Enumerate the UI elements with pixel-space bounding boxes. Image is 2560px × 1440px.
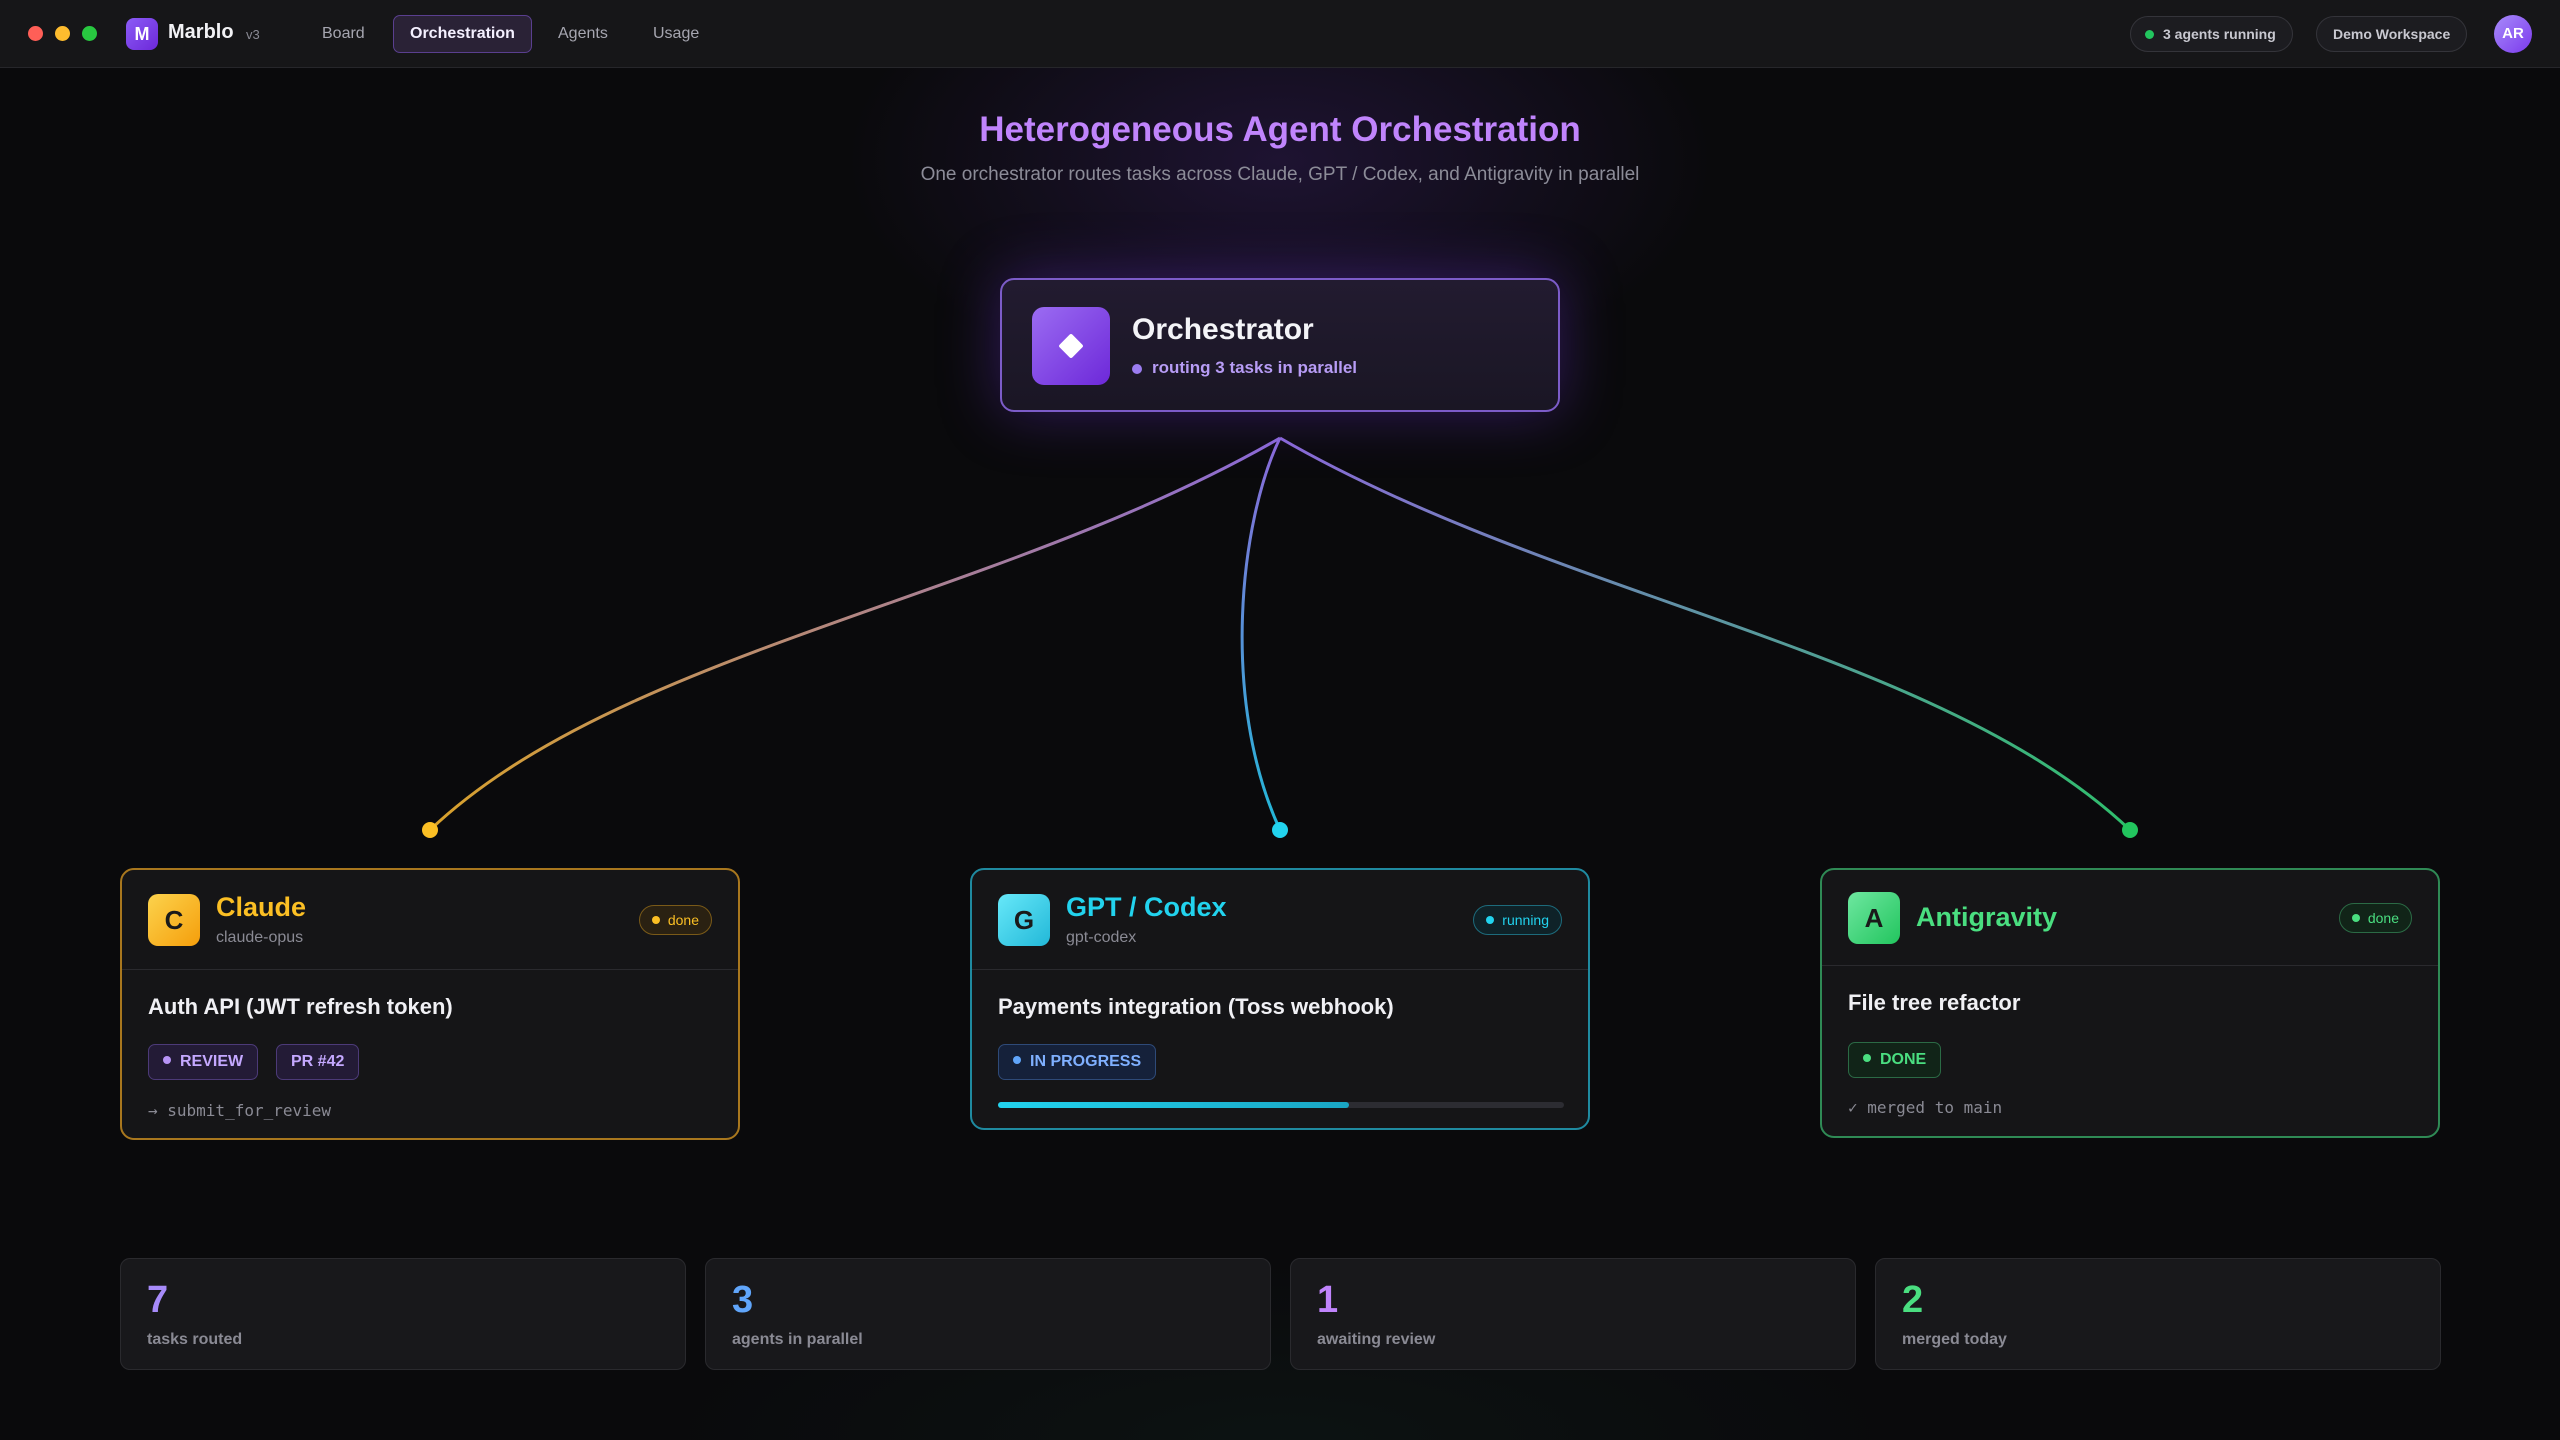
tag-dot-icon xyxy=(1013,1056,1021,1064)
stat-label: agents in parallel xyxy=(732,1331,863,1348)
agent-last-action: ✓ merged to main xyxy=(1848,1098,2003,1117)
connector-node-gpt xyxy=(1272,822,1288,838)
task-tag-pr-link[interactable]: PR #42 xyxy=(276,1044,360,1080)
agent-card-gpt-codex[interactable]: G GPT / Codex gpt-codex running Payments… xyxy=(970,868,1590,1130)
stat-value: 2 xyxy=(1902,1279,1924,1321)
stat-card-agents-parallel: 3 agents in parallel xyxy=(705,1258,1271,1370)
agent-card-antigravity[interactable]: A Antigravity done File tree refactor DO… xyxy=(1820,868,2440,1138)
agent-name: GPT / Codex xyxy=(1066,892,1227,922)
diamond-icon xyxy=(1058,333,1084,359)
connector-antigravity xyxy=(1279,436,2132,832)
stat-value: 1 xyxy=(1317,1279,1339,1321)
agent-status-label: done xyxy=(2367,910,2399,926)
task-progress-fill xyxy=(998,1102,1349,1108)
agent-status-label: done xyxy=(667,912,699,928)
status-dot-icon xyxy=(2351,914,2360,922)
agent-name: Claude xyxy=(216,892,307,922)
agent-status-badge: done xyxy=(638,905,712,935)
agent-name: Antigravity xyxy=(1916,902,2058,932)
tag-dot-icon xyxy=(1863,1054,1871,1062)
tag-label: REVIEW xyxy=(180,1053,244,1070)
task-progress-bar xyxy=(998,1102,1564,1108)
stat-value: 3 xyxy=(732,1279,754,1321)
stat-label: awaiting review xyxy=(1317,1331,1436,1348)
orchestrator-card[interactable]: Orchestrator routing 3 tasks in parallel xyxy=(1000,278,1560,412)
tag-label: DONE xyxy=(1880,1051,1927,1068)
agent-status-badge: running xyxy=(1473,905,1562,935)
stat-value: 7 xyxy=(147,1279,169,1321)
task-tag-done[interactable]: DONE xyxy=(1848,1042,1942,1078)
agent-task-title: Auth API (JWT refresh token) xyxy=(148,994,453,1019)
stat-card-tasks-routed: 7 tasks routed xyxy=(120,1258,686,1370)
agent-task-title: Payments integration (Toss webhook) xyxy=(998,994,1394,1019)
orchestrator-name: Orchestrator xyxy=(1132,313,1314,346)
agent-card-header: A Antigravity done xyxy=(1822,870,2438,966)
gpt-agent-icon: G xyxy=(998,894,1050,946)
agent-model: claude-opus xyxy=(216,929,304,946)
agent-card-claude[interactable]: C Claude claude-opus done Auth API (JWT … xyxy=(120,868,740,1140)
agent-task-title: File tree refactor xyxy=(1848,990,2021,1015)
claude-agent-icon: C xyxy=(148,894,200,946)
routing-connectors xyxy=(422,436,2138,838)
agent-status-label: running xyxy=(1502,912,1549,928)
status-dot-icon xyxy=(1486,916,1495,924)
orchestrator-status: routing 3 tasks in parallel xyxy=(1152,358,1358,377)
stat-label: merged today xyxy=(1902,1331,2007,1348)
connector-gpt xyxy=(1240,437,1282,831)
stat-label: tasks routed xyxy=(147,1331,243,1348)
agent-model: gpt-codex xyxy=(1066,929,1137,946)
stat-card-awaiting-review: 1 awaiting review xyxy=(1290,1258,1856,1370)
orchestrator-status-dot-icon xyxy=(1132,364,1142,374)
agent-status-badge: done xyxy=(2338,903,2412,933)
orchestrator-icon xyxy=(1032,307,1110,385)
connector-node-claude xyxy=(422,822,438,838)
antigravity-agent-icon: A xyxy=(1848,892,1900,944)
agent-card-header: C Claude claude-opus done xyxy=(122,870,738,970)
agent-last-action: → submit_for_review xyxy=(148,1101,332,1120)
connector-node-antigravity xyxy=(2122,822,2138,838)
task-tag-in-progress[interactable]: IN PROGRESS xyxy=(998,1044,1157,1080)
tag-dot-icon xyxy=(163,1056,171,1064)
stat-card-merged-today: 2 merged today xyxy=(1875,1258,2441,1370)
tag-label: IN PROGRESS xyxy=(1030,1053,1142,1070)
connector-claude xyxy=(428,436,1281,832)
status-dot-icon xyxy=(651,916,660,924)
task-tag-review[interactable]: REVIEW xyxy=(148,1044,259,1080)
agent-card-header: G GPT / Codex gpt-codex running xyxy=(972,870,1588,970)
